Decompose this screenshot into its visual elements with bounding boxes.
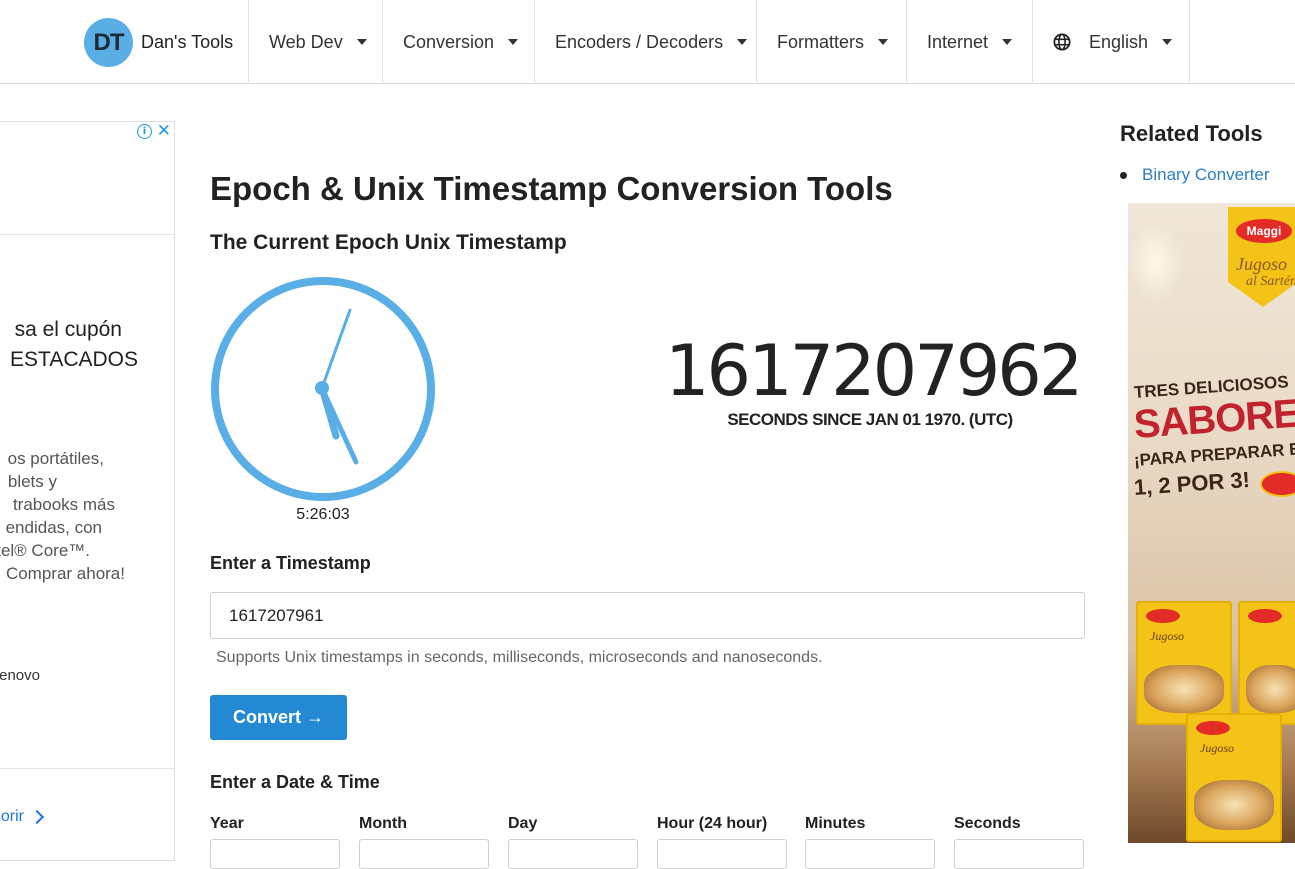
ad-body-line: endidas, con <box>5 518 102 537</box>
analog-clock <box>211 277 435 501</box>
ad-headline-line-1: sa el cupón <box>14 318 122 341</box>
current-timestamp-heading: The Current Epoch Unix Timestamp <box>210 231 567 254</box>
year-field[interactable] <box>210 839 340 869</box>
timestamp-caption: SECONDS SINCE JAN 01 1970. (UTC) <box>727 410 1013 429</box>
ad-close-icon[interactable]: ✕ <box>157 122 171 141</box>
enter-datetime-label: Enter a Date & Time <box>210 772 380 792</box>
ad-body-line: tel® Core™. <box>0 541 90 560</box>
ad-body-line: blets y <box>7 472 57 491</box>
seconds-field[interactable] <box>954 839 1084 869</box>
product-pack <box>1238 601 1295 725</box>
maggi-logo-small <box>1260 471 1295 497</box>
related-tools-heading: Related Tools <box>1120 121 1263 146</box>
nav-formatters-label: Formatters <box>777 31 865 52</box>
maggi-logo: Maggi <box>1234 217 1294 245</box>
ad-info-icon[interactable]: i <box>137 124 152 139</box>
pack-food-image <box>1144 665 1224 713</box>
convert-button[interactable]: Convert → <box>210 695 347 740</box>
day-label: Day <box>508 815 538 832</box>
bullet-icon <box>1120 171 1127 179</box>
seconds-label: Seconds <box>954 815 1021 832</box>
ad-tagline-1: Jugoso <box>1236 254 1287 274</box>
hour-field[interactable] <box>657 839 787 869</box>
caret-down-icon <box>1002 39 1013 45</box>
ad-headline-line-2: ESTACADOS <box>10 348 138 371</box>
nav-formatters[interactable]: Formatters <box>756 0 907 84</box>
pack-title: Jugoso <box>1200 741 1234 755</box>
clock-center <box>315 381 329 395</box>
ad-body-line: os portátiles, <box>7 449 104 468</box>
ad-lamp-glow <box>1128 223 1183 303</box>
ad-body-line: trabooks más <box>12 495 115 514</box>
pack-logo <box>1248 609 1282 623</box>
nav-encoders-decoders[interactable]: Encoders / Decoders <box>534 0 757 84</box>
ad-divider <box>0 768 174 769</box>
ad-header-area: i ✕ <box>0 122 174 235</box>
ad-tagline-2: al Sartén <box>1246 274 1295 289</box>
dt-logo: DT <box>84 18 133 67</box>
minutes-field[interactable] <box>805 839 935 869</box>
timestamp-help-text: Supports Unix timestamps in seconds, mil… <box>216 649 823 666</box>
nav-divider <box>1189 0 1190 84</box>
related-tool-item: Binary Converter <box>1120 165 1270 185</box>
caret-down-icon <box>508 39 519 45</box>
nav-conversion[interactable]: Conversion <box>382 0 535 84</box>
top-navbar: DT Dan's Tools Web Dev Conversion Encode… <box>0 0 1295 84</box>
brand-name: Dan's Tools <box>141 32 234 52</box>
current-epoch-timestamp: 1617207962 <box>665 330 1083 412</box>
day-field[interactable] <box>508 839 638 869</box>
binary-converter-link[interactable]: Binary Converter <box>1142 165 1270 185</box>
caret-down-icon <box>356 39 367 45</box>
ad-line-4: 1, 2 POR 3! <box>1133 466 1251 500</box>
ad-cta-link[interactable]: orir <box>1 808 24 826</box>
globe-icon <box>1053 33 1071 51</box>
page-title: Epoch & Unix Timestamp Conversion Tools <box>210 170 893 207</box>
caret-down-icon <box>878 39 889 45</box>
nav-language-label: English <box>1089 31 1149 52</box>
nav-conversion-label: Conversion <box>403 31 495 52</box>
pack-logo <box>1196 721 1230 735</box>
brand-home-link[interactable]: DT Dan's Tools <box>84 18 233 67</box>
nav-web-dev-label: Web Dev <box>269 31 343 52</box>
pack-food-image <box>1246 665 1295 713</box>
nav-internet[interactable]: Internet <box>906 0 1033 84</box>
timestamp-input[interactable] <box>210 592 1085 639</box>
nav-web-dev[interactable]: Web Dev <box>248 0 383 84</box>
minutes-label: Minutes <box>805 815 866 832</box>
nav-encoders-decoders-label: Encoders / Decoders <box>555 31 724 52</box>
hour-label: Hour (24 hour) <box>657 815 768 832</box>
year-label: Year <box>210 815 244 832</box>
month-field[interactable] <box>359 839 489 869</box>
right-advertisement[interactable]: Maggi Jugoso al Sartén TRES DELICIOSOS S… <box>1128 203 1295 843</box>
related-tools-list: Binary Converter <box>1120 165 1270 185</box>
pack-title: Jugoso <box>1150 629 1184 643</box>
nav-internet-label: Internet <box>927 31 989 52</box>
caret-down-icon <box>1162 39 1173 45</box>
enter-timestamp-label: Enter a Timestamp <box>210 553 371 573</box>
month-label: Month <box>359 815 407 832</box>
left-advertisement[interactable]: i ✕ sa el cupón ESTACADOS os portátiles,… <box>0 121 175 861</box>
caret-down-icon <box>737 39 748 45</box>
ad-brand-name: enovo <box>0 667 40 684</box>
pack-food-image <box>1194 780 1274 830</box>
ad-body-line: Comprar ahora! <box>5 564 125 583</box>
nav-language[interactable]: English <box>1032 0 1190 84</box>
pack-logo <box>1146 609 1180 623</box>
product-pack: Jugoso <box>1136 601 1232 725</box>
chevron-right-icon[interactable] <box>29 809 45 825</box>
product-pack: Jugoso <box>1186 713 1282 842</box>
clock-time-label: 5:26:03 <box>296 506 350 523</box>
